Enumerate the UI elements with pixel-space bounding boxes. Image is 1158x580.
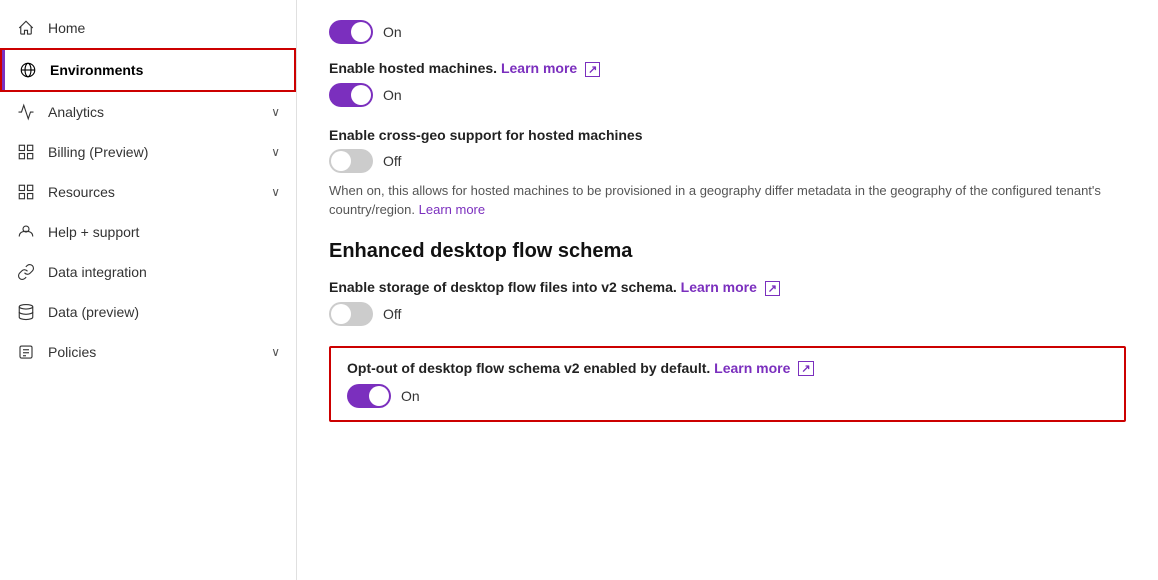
data-preview-icon	[16, 302, 36, 322]
chevron-billing: ∨	[271, 145, 280, 159]
cross-geo-description: When on, this allows for hosted machines…	[329, 181, 1126, 220]
sidebar-item-label-resources: Resources	[48, 184, 259, 200]
hosted-machines-toggle-thumb	[351, 85, 371, 105]
sidebar-item-resources[interactable]: Resources ∨	[0, 172, 296, 212]
sidebar-item-environments[interactable]: Environments	[0, 48, 296, 92]
desktop-flow-storage-learn-more[interactable]: Learn more	[681, 279, 757, 295]
sidebar-item-analytics[interactable]: Analytics ∨	[0, 92, 296, 132]
desktop-flow-storage-ext-icon: ↗	[765, 281, 780, 296]
sidebar-item-label-billing: Billing (Preview)	[48, 144, 259, 160]
sidebar-item-policies[interactable]: Policies ∨	[0, 332, 296, 372]
sidebar-item-label-help: Help + support	[48, 224, 280, 240]
opt-out-ext-icon: ↗	[798, 361, 813, 376]
help-icon	[16, 222, 36, 242]
data-integration-icon	[16, 262, 36, 282]
cross-geo-toggle-label: Off	[383, 153, 401, 169]
billing-icon	[16, 142, 36, 162]
sidebar-item-label-data-integration: Data integration	[48, 264, 280, 280]
chevron-analytics: ∨	[271, 105, 280, 119]
sidebar-item-label-data-preview: Data (preview)	[48, 304, 280, 320]
sidebar-item-label-home: Home	[48, 20, 280, 36]
top-toggle-thumb	[351, 22, 371, 42]
sidebar-item-data-preview[interactable]: Data (preview)	[0, 292, 296, 332]
sidebar-item-label-environments: Environments	[50, 62, 278, 78]
cross-geo-row: Enable cross-geo support for hosted mach…	[329, 127, 1126, 220]
policies-icon	[16, 342, 36, 362]
resources-icon	[16, 182, 36, 202]
main-content: On Enable hosted machines. Learn more ↗ …	[297, 0, 1158, 580]
desktop-flow-storage-toggle-thumb	[331, 304, 351, 324]
hosted-machines-learn-more[interactable]: Learn more	[501, 60, 577, 76]
chevron-resources: ∨	[271, 185, 280, 199]
sidebar-item-label-policies: Policies	[48, 344, 259, 360]
hosted-machines-toggle[interactable]	[329, 83, 373, 107]
opt-out-label: Opt-out of desktop flow schema v2 enable…	[347, 360, 1108, 377]
home-icon	[16, 18, 36, 38]
desktop-flow-storage-toggle[interactable]	[329, 302, 373, 326]
opt-out-toggle-label: On	[401, 388, 420, 404]
top-setting-row: On	[329, 20, 1126, 44]
cross-geo-label: Enable cross-geo support for hosted mach…	[329, 127, 1126, 143]
enhanced-schema-title: Enhanced desktop flow schema	[329, 240, 1126, 263]
cross-geo-learn-more[interactable]: Learn more	[419, 202, 485, 217]
chevron-policies: ∨	[271, 345, 280, 359]
top-toggle-label: On	[383, 24, 402, 40]
cross-geo-toggle-thumb	[331, 151, 351, 171]
desktop-flow-storage-toggle-label: Off	[383, 306, 401, 322]
sidebar-item-label-analytics: Analytics	[48, 104, 259, 120]
opt-out-toggle-thumb	[369, 386, 389, 406]
top-toggle[interactable]	[329, 20, 373, 44]
hosted-machines-label: Enable hosted machines. Learn more ↗	[329, 60, 1126, 77]
hosted-machines-toggle-label: On	[383, 87, 402, 103]
sidebar-item-billing[interactable]: Billing (Preview) ∨	[0, 132, 296, 172]
cross-geo-toggle[interactable]	[329, 149, 373, 173]
opt-out-highlight-box: Opt-out of desktop flow schema v2 enable…	[329, 346, 1126, 423]
desktop-flow-storage-row: Enable storage of desktop flow files int…	[329, 279, 1126, 326]
sidebar-item-data-integration[interactable]: Data integration	[0, 252, 296, 292]
opt-out-learn-more[interactable]: Learn more	[714, 360, 790, 376]
analytics-icon	[16, 102, 36, 122]
sidebar: Home Environments Analytics ∨ Billing (P…	[0, 0, 297, 580]
sidebar-item-help[interactable]: Help + support	[0, 212, 296, 252]
environments-icon	[18, 60, 38, 80]
hosted-machines-row: Enable hosted machines. Learn more ↗ On	[329, 60, 1126, 107]
hosted-machines-ext-icon: ↗	[585, 62, 600, 77]
sidebar-item-home[interactable]: Home	[0, 8, 296, 48]
opt-out-toggle[interactable]	[347, 384, 391, 408]
desktop-flow-storage-label: Enable storage of desktop flow files int…	[329, 279, 1126, 296]
